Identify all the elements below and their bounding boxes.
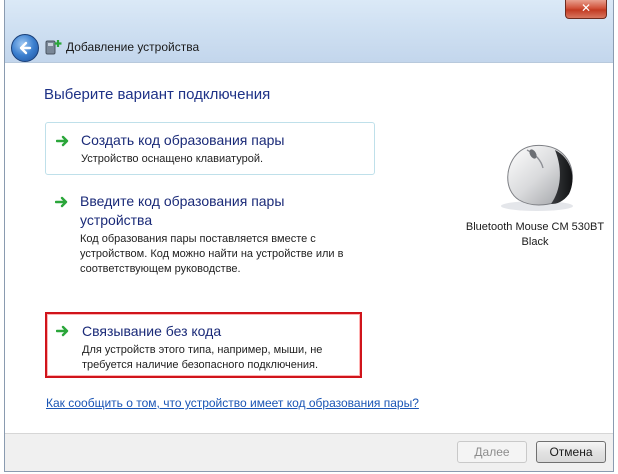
cancel-button[interactable]: Отмена bbox=[536, 441, 606, 463]
option-title: Создать код образования пары bbox=[81, 132, 285, 148]
option-description: Для устройств этого типа, например, мыши… bbox=[82, 344, 323, 371]
title-bar: ✕ Добавление устройства bbox=[5, 0, 613, 63]
option-title: Связывание без кода bbox=[82, 323, 222, 339]
bluetooth-device-icon bbox=[45, 40, 62, 55]
option-description: Код образования пары поставляется вместе… bbox=[80, 233, 344, 275]
green-arrow-icon bbox=[56, 135, 69, 147]
device-preview: Bluetooth Mouse CM 530BT Black bbox=[465, 140, 605, 250]
mouse-icon bbox=[501, 145, 573, 211]
page-heading: Выберите вариант подключения bbox=[44, 86, 271, 103]
green-arrow-icon bbox=[55, 196, 68, 208]
close-button[interactable]: ✕ bbox=[565, 0, 607, 19]
dialog-content: Выберите вариант подключения Создать код… bbox=[5, 62, 613, 434]
pairing-code-help-link[interactable]: Как сообщить о том, что устройство имеет… bbox=[46, 396, 419, 410]
option-pair-without-code[interactable]: Связывание без кода Для устройств этого … bbox=[45, 312, 362, 378]
dialog-window: ✕ Добавление устройства Выберите вариант… bbox=[4, 0, 614, 472]
option-enter-pairing-code[interactable]: Введите код образования пары устройства … bbox=[45, 184, 375, 285]
green-arrow-icon bbox=[56, 325, 69, 337]
back-button[interactable] bbox=[11, 34, 39, 62]
back-arrow-icon bbox=[19, 41, 32, 55]
option-title: Введите код образования пары устройства bbox=[80, 193, 285, 228]
window-title: Добавление устройства bbox=[66, 40, 200, 54]
option-description: Устройство оснащено клавиатурой. bbox=[81, 153, 264, 165]
device-name: Bluetooth Mouse CM 530BT Black bbox=[465, 221, 605, 248]
next-button[interactable]: Далее bbox=[457, 441, 527, 463]
dialog-footer: Далее Отмена bbox=[5, 433, 613, 471]
option-create-pairing-code[interactable]: Создать код образования пары Устройство … bbox=[45, 122, 375, 175]
